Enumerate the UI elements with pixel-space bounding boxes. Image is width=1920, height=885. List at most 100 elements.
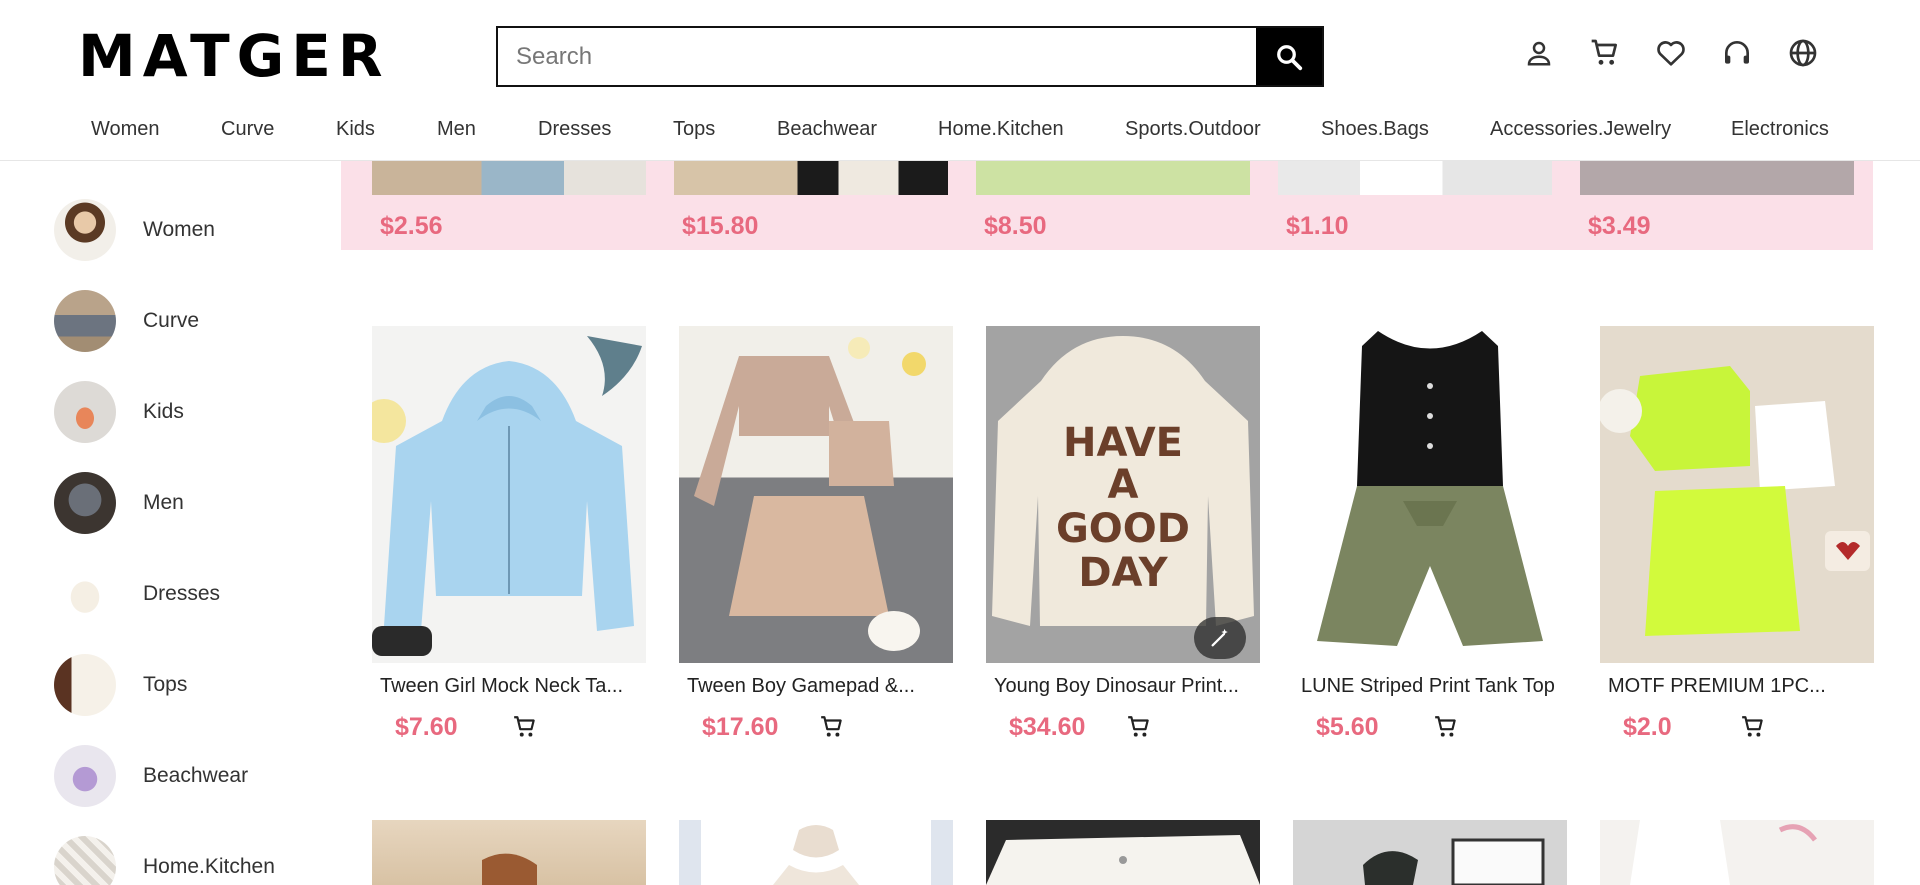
product-card[interactable]: MOTF PREMIUM 1PC... $2.0 — [1600, 326, 1874, 742]
add-to-cart-button[interactable] — [1431, 712, 1461, 742]
sidebar-item-men[interactable]: Men — [54, 472, 184, 534]
nav-item-dresses[interactable]: Dresses — [538, 118, 611, 141]
product-image[interactable] — [1600, 326, 1874, 663]
product-title[interactable]: LUNE Striped Print Tank Top — [1301, 675, 1559, 698]
product-footer: $34.60 — [1009, 712, 1260, 742]
category-thumbnail — [54, 654, 116, 716]
product-title[interactable]: Tween Boy Gamepad &... — [687, 675, 945, 698]
product-price: $17.60 — [702, 712, 779, 741]
nav-item-tops[interactable]: Tops — [673, 118, 715, 141]
promo-price: $3.49 — [1588, 212, 1651, 240]
nav-item-kids[interactable]: Kids — [336, 118, 375, 141]
add-to-cart-button[interactable] — [1124, 712, 1154, 742]
promo-product-image[interactable] — [1278, 161, 1552, 195]
cart-button[interactable] — [1586, 34, 1624, 72]
add-to-cart-button[interactable] — [817, 712, 847, 742]
search-icon — [1277, 44, 1303, 70]
sidebar-item-home-kitchen[interactable]: Home.Kitchen — [54, 836, 275, 885]
heart-icon — [1657, 41, 1685, 66]
product-price: $34.60 — [1009, 712, 1086, 741]
product-title[interactable]: Tween Girl Mock Neck Ta... — [380, 675, 638, 698]
product-price: $2.0 — [1623, 712, 1672, 741]
category-thumbnail — [54, 836, 116, 885]
account-button[interactable] — [1520, 34, 1558, 72]
nav-item-accessories-jewelry[interactable]: Accessories.Jewelry — [1490, 118, 1671, 141]
cart-icon — [1591, 39, 1617, 65]
promo-price: $15.80 — [682, 212, 759, 240]
category-sidebar: Women Curve Kids Men Dresses Tops Beachw… — [0, 161, 340, 885]
product-card[interactable]: Tween Boy Gamepad &... $17.60 — [679, 326, 953, 742]
nav-item-curve[interactable]: Curve — [221, 118, 274, 141]
nav-item-sports-outdoor[interactable]: Sports.Outdoor — [1125, 118, 1261, 141]
search-bar — [496, 26, 1324, 87]
sidebar-item-label: Women — [143, 218, 215, 241]
sidebar-item-women[interactable]: Women — [54, 199, 215, 261]
nav-item-shoes-bags[interactable]: Shoes.Bags — [1321, 118, 1429, 141]
product-image[interactable] — [679, 820, 953, 885]
promo-product-image[interactable] — [1580, 161, 1854, 195]
product-image[interactable] — [1600, 820, 1874, 885]
product-image[interactable] — [679, 326, 953, 663]
sidebar-item-label: Men — [143, 491, 184, 514]
sidebar-item-curve[interactable]: Curve — [54, 290, 199, 352]
magic-edit-button[interactable] — [1194, 617, 1246, 659]
cart-icon — [1435, 716, 1456, 737]
nav-item-home-kitchen[interactable]: Home.Kitchen — [938, 118, 1064, 141]
promo-product-image[interactable] — [372, 161, 646, 195]
product-price: $5.60 — [1316, 712, 1379, 741]
language-button[interactable] — [1784, 34, 1822, 72]
search-input[interactable] — [498, 28, 1256, 85]
product-image[interactable] — [1293, 326, 1567, 663]
site-logo[interactable]: MATGER — [78, 22, 390, 90]
category-thumbnail — [54, 745, 116, 807]
product-card[interactable]: LUNE Striped Print Tank Top $5.60 — [1293, 326, 1567, 742]
sidebar-item-label: Beachwear — [143, 764, 249, 787]
product-image[interactable] — [1293, 820, 1567, 885]
cart-icon — [514, 716, 535, 737]
sidebar-item-label: Tops — [143, 673, 188, 696]
sidebar-item-dresses[interactable]: Dresses — [54, 563, 220, 625]
category-thumbnail — [54, 563, 116, 625]
promo-strip: $2.56 $15.80 $8.50 $1.10 $3.49 — [341, 161, 1873, 250]
product-title[interactable]: MOTF PREMIUM 1PC... — [1608, 675, 1866, 698]
product-card[interactable]: Tween Girl Mock Neck Ta... $7.60 — [372, 326, 646, 742]
sidebar-item-label: Curve — [143, 309, 200, 332]
nav-item-electronics[interactable]: Electronics — [1731, 118, 1829, 141]
cart-icon — [821, 716, 842, 737]
category-thumbnail — [54, 472, 116, 534]
product-image[interactable]: HAVE A GOOD DAY — [986, 326, 1260, 663]
add-to-cart-button[interactable] — [510, 712, 540, 742]
category-thumbnail — [54, 290, 116, 352]
promo-product-image[interactable] — [674, 161, 948, 195]
svg-text:HAVE: HAVE — [1063, 420, 1183, 466]
promo-product-image[interactable] — [976, 161, 1250, 195]
nav-item-men[interactable]: Men — [437, 118, 476, 141]
cart-icon — [1128, 716, 1149, 737]
product-image[interactable] — [372, 326, 646, 663]
site-header: MATGER Women Curve Kids Men Dresses Tops… — [0, 0, 1920, 161]
sidebar-item-tops[interactable]: Tops — [54, 654, 187, 716]
product-title[interactable]: Young Boy Dinosaur Print... — [994, 675, 1252, 698]
cart-icon — [1742, 716, 1763, 737]
search-button[interactable] — [1256, 28, 1322, 85]
product-card[interactable]: HAVE A GOOD DAY Young Boy Dinosaur Print… — [986, 326, 1260, 742]
sidebar-item-label: Home.Kitchen — [143, 855, 275, 878]
category-thumbnail — [54, 381, 116, 443]
sidebar-item-kids[interactable]: Kids — [54, 381, 184, 443]
product-image[interactable] — [986, 820, 1260, 885]
category-nav: Women Curve Kids Men Dresses Tops Beachw… — [0, 118, 1920, 150]
wishlist-button[interactable] — [1652, 34, 1690, 72]
category-thumbnail — [54, 199, 116, 261]
product-footer: $17.60 — [702, 712, 953, 742]
support-button[interactable] — [1718, 34, 1756, 72]
product-price: $7.60 — [395, 712, 458, 741]
sidebar-item-beachwear[interactable]: Beachwear — [54, 745, 248, 807]
sidebar-item-label: Dresses — [143, 582, 221, 605]
magic-wand-icon — [1211, 628, 1228, 647]
headset-icon — [1725, 41, 1749, 64]
nav-item-women[interactable]: Women — [91, 118, 160, 141]
promo-price: $1.10 — [1286, 212, 1349, 240]
nav-item-beachwear[interactable]: Beachwear — [777, 118, 877, 141]
add-to-cart-button[interactable] — [1738, 712, 1768, 742]
product-image[interactable] — [372, 820, 646, 885]
